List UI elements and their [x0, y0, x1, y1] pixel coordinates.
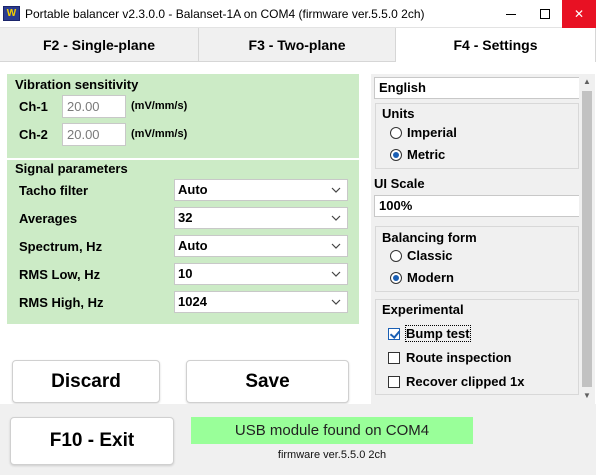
- tab-single-plane[interactable]: F2 - Single-plane: [0, 28, 199, 62]
- checkbox-checked-icon: [388, 328, 400, 340]
- ui-scale-label: UI Scale: [374, 176, 425, 191]
- units-imperial-label: Imperial: [407, 125, 457, 140]
- vibration-sensitivity-panel: Vibration sensitivity Ch-1 20.00 (mV/mm/…: [7, 74, 359, 158]
- close-button[interactable]: ✕: [562, 0, 596, 28]
- spectrum-select[interactable]: Auto: [174, 235, 348, 257]
- tab-two-plane[interactable]: F3 - Two-plane: [199, 28, 396, 62]
- ch2-sensitivity-input[interactable]: 20.00: [62, 123, 126, 146]
- spectrum-value: Auto: [178, 238, 208, 253]
- vertical-scrollbar[interactable]: ▲ ▼: [579, 74, 595, 404]
- minimize-icon: [506, 14, 516, 15]
- averages-value: 32: [178, 210, 193, 225]
- firmware-version: firmware ver.5.5.0 2ch: [277, 449, 387, 461]
- rms-high-label: RMS High, Hz: [19, 295, 104, 310]
- tacho-filter-label: Tacho filter: [19, 183, 89, 198]
- scroll-up-icon[interactable]: ▲: [579, 74, 595, 90]
- scroll-down-icon[interactable]: ▼: [579, 388, 595, 404]
- ch1-unit: (mV/mm/s): [131, 100, 188, 112]
- status-message: USB module found on COM4: [191, 417, 473, 444]
- units-metric-label: Metric: [407, 147, 446, 162]
- checkbox-icon: [388, 376, 400, 388]
- scrollbar-thumb[interactable]: [582, 91, 592, 387]
- spectrum-label: Spectrum, Hz: [19, 239, 103, 254]
- bottom-bar: F10 - Exit USB module found on COM4 firm…: [0, 404, 596, 475]
- rms-low-value: 10: [178, 266, 193, 281]
- radio-icon: [390, 127, 402, 139]
- signal-parameters-panel: Signal parameters Tacho filter Auto Aver…: [7, 158, 359, 324]
- tacho-filter-value: Auto: [178, 182, 208, 197]
- ch2-label: Ch-2: [19, 127, 48, 142]
- rms-low-label: RMS Low, Hz: [19, 267, 101, 282]
- tacho-filter-select[interactable]: Auto: [174, 179, 348, 201]
- rms-low-select[interactable]: 10: [174, 263, 348, 285]
- tab-settings[interactable]: F4 - Settings: [396, 28, 596, 62]
- minimize-button[interactable]: [494, 0, 528, 28]
- checkbox-icon: [388, 352, 400, 364]
- maximize-icon: [540, 9, 550, 19]
- rms-high-value: 1024: [178, 294, 207, 309]
- maximize-button[interactable]: [528, 0, 562, 28]
- close-icon: ✕: [573, 7, 585, 21]
- balancing-form-title: Balancing form: [382, 230, 477, 245]
- ch2-unit: (mV/mm/s): [131, 128, 188, 140]
- radio-icon: [390, 250, 402, 262]
- balancing-classic-label: Classic: [407, 248, 453, 263]
- chevron-down-icon: [331, 271, 341, 277]
- chevron-down-icon: [331, 299, 341, 305]
- save-button[interactable]: Save: [186, 360, 349, 403]
- chevron-down-icon: [331, 243, 341, 249]
- settings-page: Vibration sensitivity Ch-1 20.00 (mV/mm/…: [0, 62, 596, 404]
- balancing-form-group: Balancing form Classic Modern: [375, 226, 579, 292]
- language-select[interactable]: English: [374, 77, 581, 99]
- vibration-sensitivity-title: Vibration sensitivity: [15, 77, 139, 92]
- exit-button[interactable]: F10 - Exit: [10, 417, 174, 465]
- ui-scale-input[interactable]: 100%: [374, 195, 581, 217]
- settings-sidebar: English Units Imperial Metric UI Scale 1…: [371, 74, 581, 404]
- tab-bar: F2 - Single-plane F3 - Two-plane F4 - Se…: [0, 28, 596, 62]
- recover-clipped-label: Recover clipped 1x: [406, 374, 525, 389]
- window-title: Portable balancer v2.3.0.0 - Balanset-1A…: [25, 7, 425, 21]
- balancing-modern-label: Modern: [407, 270, 454, 285]
- ch1-label: Ch-1: [19, 99, 48, 114]
- ch1-sensitivity-input[interactable]: 20.00: [62, 95, 126, 118]
- units-group: Units Imperial Metric: [375, 103, 579, 169]
- averages-label: Averages: [19, 211, 78, 226]
- rms-high-select[interactable]: 1024: [174, 291, 348, 313]
- experimental-group: Experimental Bump test Route inspection …: [375, 299, 579, 395]
- title-bar: W Portable balancer v2.3.0.0 - Balanset-…: [0, 0, 596, 28]
- radio-selected-icon: [390, 272, 402, 284]
- radio-selected-icon: [390, 149, 402, 161]
- units-title: Units: [382, 106, 415, 121]
- app-logo-icon: W: [3, 6, 20, 21]
- chevron-down-icon: [331, 215, 341, 221]
- experimental-title: Experimental: [382, 302, 464, 317]
- bump-test-label: Bump test: [405, 325, 471, 342]
- chevron-down-icon: [331, 187, 341, 193]
- averages-select[interactable]: 32: [174, 207, 348, 229]
- discard-button[interactable]: Discard: [12, 360, 160, 403]
- route-inspection-label: Route inspection: [406, 350, 512, 365]
- signal-parameters-title: Signal parameters: [15, 161, 128, 176]
